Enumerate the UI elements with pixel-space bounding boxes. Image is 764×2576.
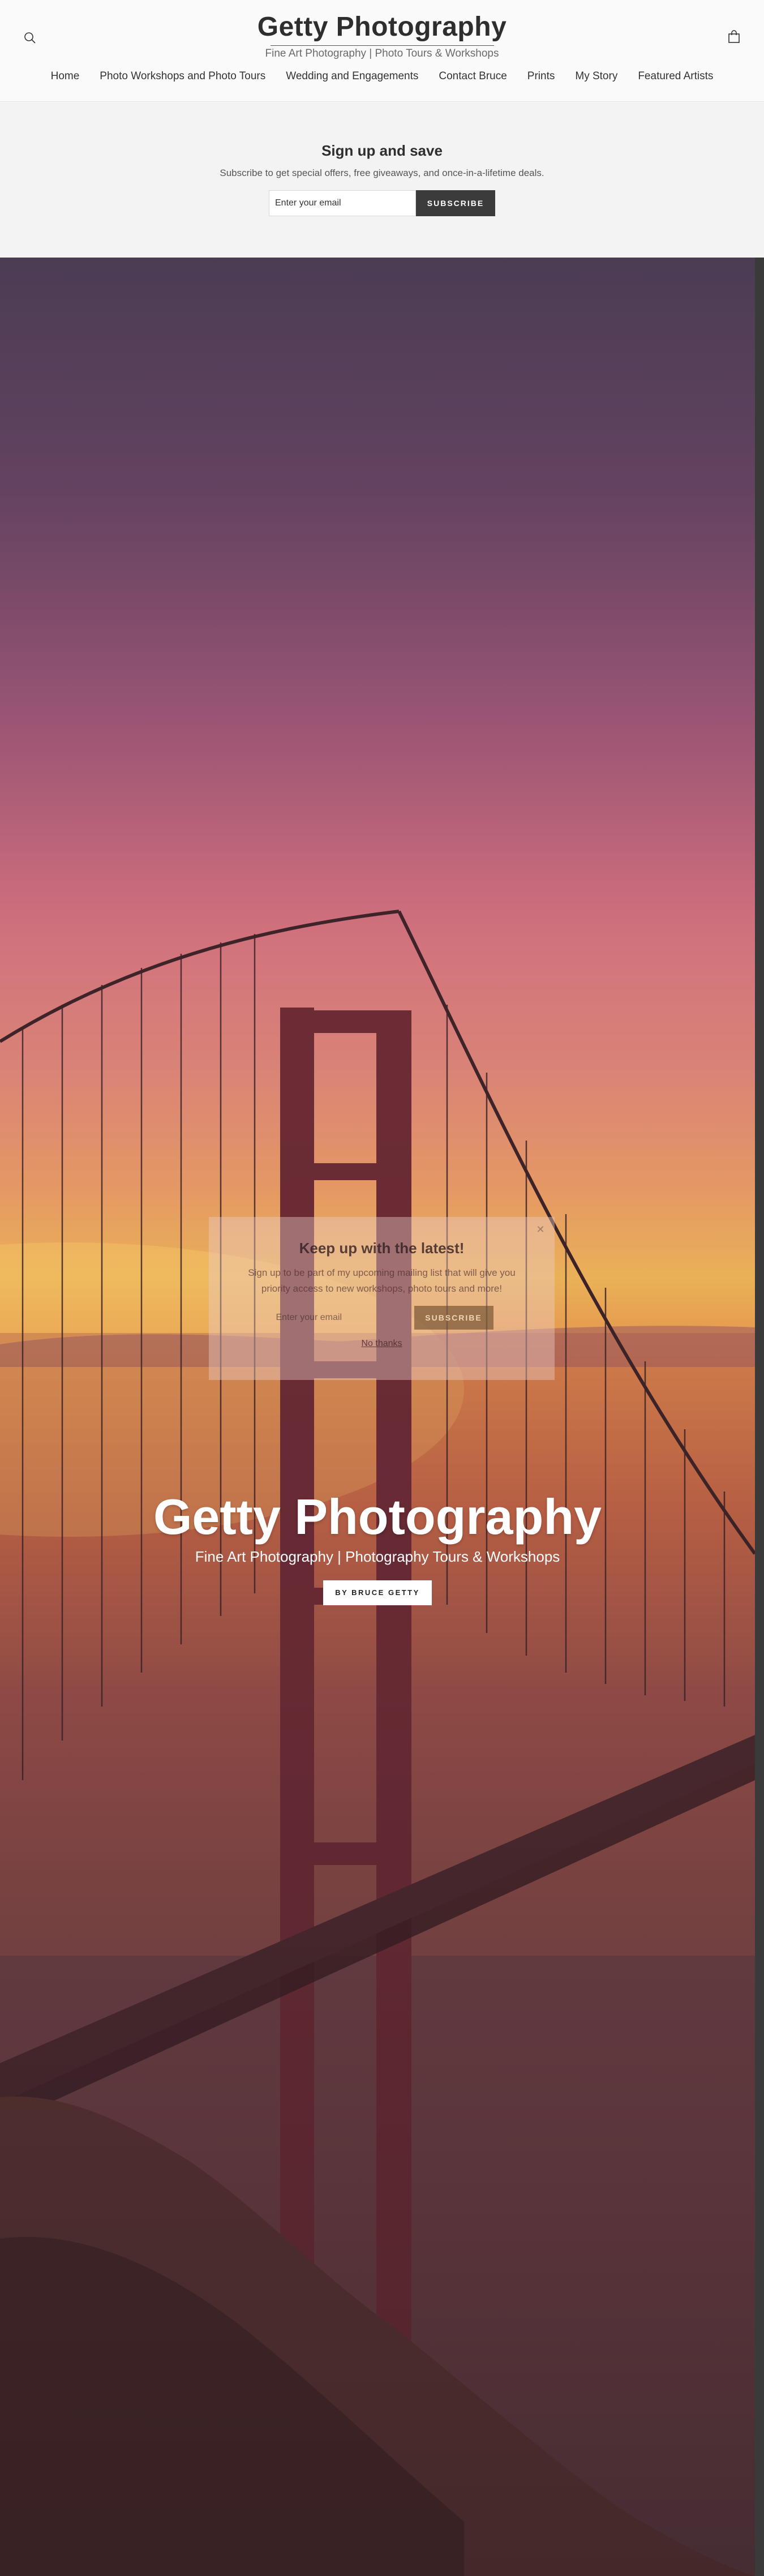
cart-button[interactable] [726,28,742,45]
logo-divider [270,45,494,46]
nav-item-contact[interactable]: Contact Bruce [439,67,507,86]
page: Getty Photography Fine Art Photography |… [0,0,764,2576]
nav-item-my-story[interactable]: My Story [575,67,617,86]
popup-subscribe-button[interactable]: SUBSCRIBE [414,1306,493,1330]
scrollbar[interactable] [755,258,764,2576]
hero-subtitle: Fine Art Photography | Photography Tours… [195,1548,560,1565]
popup-title: Keep up with the latest! [299,1240,465,1257]
email-field[interactable] [269,190,416,216]
popup-close-button[interactable]: ✕ [535,1224,546,1235]
main-nav: Home Photo Workshops and Photo Tours Wed… [0,67,764,86]
newsletter-signup: Sign up and save Subscribe to get specia… [0,102,764,258]
site-title[interactable]: Getty Photography [0,11,764,43]
no-thanks-link[interactable]: No thanks [361,1339,402,1349]
subscribe-button[interactable]: SUBSCRIBE [416,190,495,216]
newsletter-popup: ✕ Keep up with the latest! Sign up to be… [209,1217,555,1380]
hero-overlay [0,258,764,2576]
close-icon: ✕ [536,1224,545,1235]
nav-item-featured-artists[interactable]: Featured Artists [638,67,713,86]
hero-banner [0,258,764,2576]
signup-form: SUBSCRIBE [269,190,495,216]
signup-description: Subscribe to get special offers, free gi… [220,168,544,178]
nav-item-photo-workshops[interactable]: Photo Workshops and Photo Tours [100,67,265,86]
signup-title: Sign up and save [321,142,443,159]
logo[interactable]: Getty Photography Fine Art Photography |… [0,11,764,61]
hero-cta-button[interactable]: BY BRUCE GETTY [323,1580,432,1605]
site-tagline: Fine Art Photography | Photo Tours & Wor… [265,48,499,59]
hero-title: Getty Photography [153,1489,602,1545]
hero-text: Getty Photography Fine Art Photography |… [0,1489,755,1605]
shopping-bag-icon [728,30,740,43]
site-header: Getty Photography Fine Art Photography |… [0,0,764,102]
nav-item-home[interactable]: Home [51,67,80,86]
popup-email-field[interactable] [270,1306,414,1330]
popup-description: Sign up to be part of my upcoming mailin… [248,1267,516,1294]
nav-item-prints[interactable]: Prints [527,67,555,86]
nav-item-wedding[interactable]: Wedding and Engagements [286,67,418,86]
popup-form: SUBSCRIBE [270,1306,493,1330]
